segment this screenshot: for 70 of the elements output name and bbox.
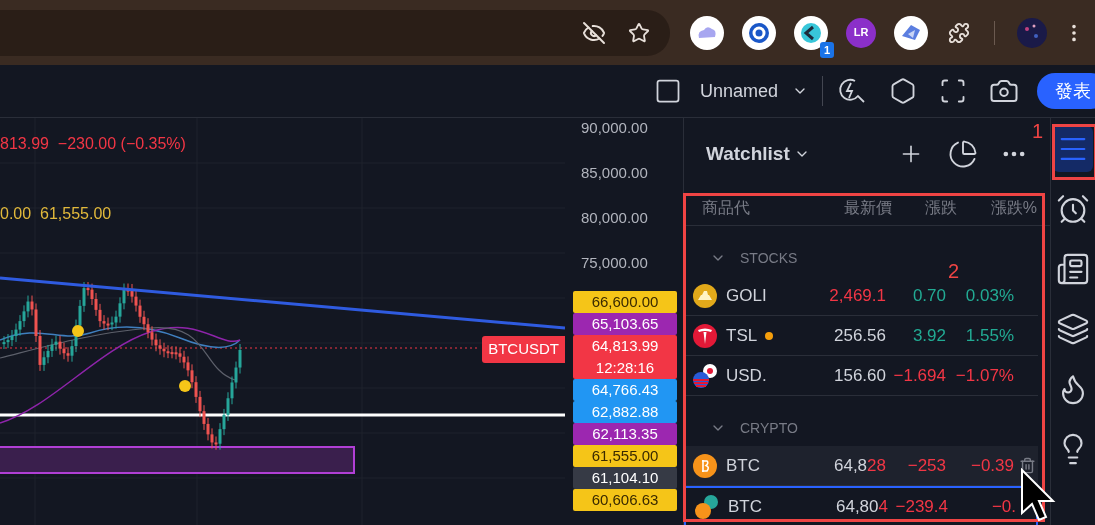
trash-icon[interactable] bbox=[1019, 457, 1036, 474]
change-value: −1.694 bbox=[892, 364, 946, 387]
change-value: −239.4 bbox=[894, 495, 948, 518]
axis-tick: 75,000.00 bbox=[581, 253, 649, 273]
group-name[interactable]: STOCKS bbox=[740, 247, 798, 269]
price-tag: 64,813.99 12:28:16 bbox=[573, 335, 677, 379]
pie-chart-icon[interactable] bbox=[948, 139, 978, 169]
change-percent: −0.39 bbox=[970, 454, 1015, 477]
watchlist-row[interactable]: BTC 64,828 −253 −0.39 bbox=[684, 446, 1038, 486]
puzzle-icon[interactable] bbox=[948, 21, 970, 44]
symbol: BTC bbox=[728, 495, 762, 518]
price-tag: 64,766.43 bbox=[573, 379, 677, 401]
last-price: 2,469.1 bbox=[828, 284, 886, 307]
group-name[interactable]: CRYPTO bbox=[740, 417, 798, 439]
symbol-tag: BTCUSDT bbox=[482, 336, 565, 363]
star-icon[interactable] bbox=[628, 21, 650, 44]
notification-badge: 1 bbox=[819, 41, 834, 58]
watchlist-row[interactable]: TSL 256.56 3.92 1.55% bbox=[684, 316, 1038, 356]
price-tag: 61,555.00 bbox=[573, 445, 677, 467]
axis-tick: 90,000.00 bbox=[581, 118, 649, 138]
last-price: 64,828 bbox=[833, 454, 886, 477]
settings-icon[interactable] bbox=[889, 77, 917, 105]
coin-pair-icon bbox=[694, 493, 720, 520]
legend-values: 0.00 61,555.00 bbox=[0, 204, 113, 224]
column-header[interactable]: 商品代 bbox=[702, 195, 802, 220]
bitcoin-icon bbox=[692, 452, 718, 479]
change-percent: −1.07% bbox=[954, 364, 1015, 387]
change-value: −253 bbox=[906, 454, 946, 477]
cloud-extension-icon[interactable] bbox=[690, 15, 724, 50]
layout-name[interactable]: Unnamed bbox=[699, 77, 778, 105]
publish-button[interactable]: 發表 bbox=[1037, 73, 1095, 109]
last-price: 156.60 bbox=[833, 364, 886, 387]
legend-values: 813.99 −230.00 (−0.35%) bbox=[0, 134, 186, 154]
axis-tick: 80,000.00 bbox=[581, 208, 649, 228]
symbol: USD. bbox=[726, 364, 767, 387]
last-price: 256.56 bbox=[833, 324, 886, 347]
flag-pair-icon bbox=[692, 362, 718, 389]
price-tag: 62,113.35 bbox=[573, 423, 677, 445]
column-header[interactable]: 漲跌 bbox=[892, 195, 957, 220]
watchlist-icon[interactable] bbox=[1053, 126, 1093, 172]
price-tag: 65,103.65 bbox=[573, 313, 677, 335]
marker-icon bbox=[179, 380, 191, 392]
ingot-icon bbox=[692, 282, 718, 309]
change-value: 3.92 bbox=[911, 324, 946, 347]
price-tag: 66,600.00 bbox=[573, 291, 677, 313]
axis-tick: 85,000.00 bbox=[581, 163, 649, 183]
price-tag: 61,104.10 bbox=[573, 467, 677, 489]
change-percent: 0.03% bbox=[964, 284, 1015, 307]
symbol: GOLI bbox=[726, 284, 767, 307]
eye-off-icon[interactable] bbox=[582, 20, 606, 45]
fullscreen-icon[interactable] bbox=[939, 77, 967, 105]
marker-icon bbox=[72, 325, 84, 337]
change-percent: −0. bbox=[990, 495, 1017, 518]
annotation-frame bbox=[1052, 124, 1095, 180]
extension-logo[interactable]: LR bbox=[846, 17, 876, 48]
watchlist-title[interactable]: Watchlist bbox=[706, 139, 790, 169]
price-tag: 62,882.88 bbox=[573, 401, 677, 423]
symbol: TSL bbox=[726, 324, 758, 347]
column-header[interactable]: 最新價 bbox=[802, 195, 892, 220]
symbol: BTC bbox=[726, 454, 760, 477]
watchlist-row[interactable]: USD. 156.60 −1.694 −1.07% bbox=[684, 356, 1038, 396]
column-header[interactable]: 漲跌% bbox=[957, 195, 1037, 220]
avatar[interactable] bbox=[1017, 17, 1047, 48]
target-extension-icon[interactable] bbox=[742, 15, 776, 50]
change-percent: 1.55% bbox=[964, 324, 1015, 347]
price-tag: 60,606.63 bbox=[573, 489, 677, 511]
change-value: 0.70 bbox=[911, 284, 946, 307]
last-price: 64,804 bbox=[835, 495, 888, 518]
t-logo-icon bbox=[692, 322, 718, 349]
annotation-label: 1 bbox=[1032, 119, 1044, 144]
